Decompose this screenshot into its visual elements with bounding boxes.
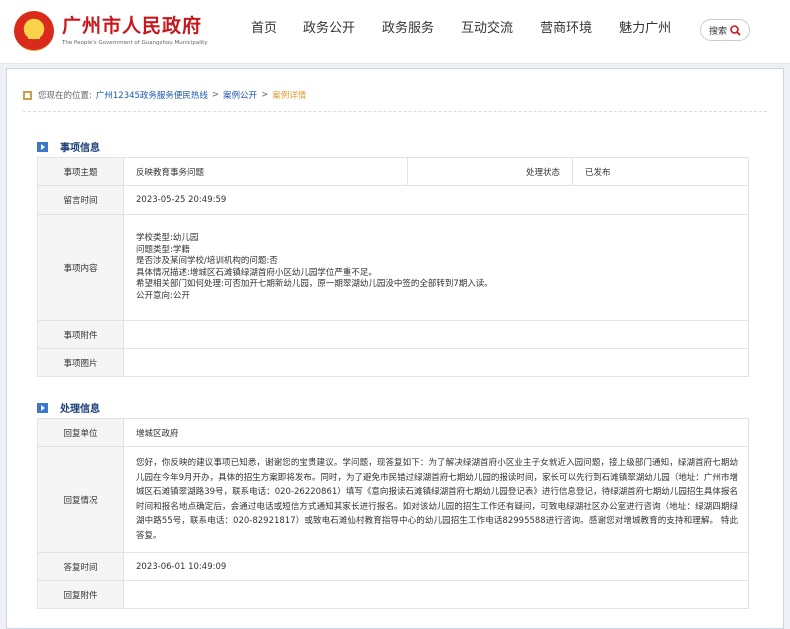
table-row: 事项图片 — [37, 348, 749, 377]
section-arrow-icon — [37, 141, 48, 152]
content-line: 是否涉及某间学校/培训机构的问题:否 — [136, 256, 278, 266]
table-row: 回复附件 — [37, 580, 749, 609]
breadcrumb-case-public[interactable]: 案例公开 — [223, 89, 257, 101]
location-icon — [23, 90, 32, 100]
attachment-label: 事项附件 — [37, 320, 124, 349]
reply-attachment-value — [123, 580, 749, 609]
status-label: 处理状态 — [407, 157, 573, 186]
time-value: 2023-05-25 20:49:59 — [123, 185, 749, 215]
national-emblem-icon — [14, 11, 54, 51]
content-line: 问题类型:学籍 — [136, 244, 190, 255]
main-nav: 首页 政务公开 政务服务 互动交流 营商环境 魅力广州 — [251, 20, 697, 38]
section-title-text: 事项信息 — [60, 143, 100, 154]
breadcrumb-separator: > — [211, 90, 220, 100]
image-value — [123, 348, 749, 377]
nav-item-interaction[interactable]: 互动交流 — [461, 20, 513, 38]
table-row: 留言时间 2023-05-25 20:49:59 — [37, 185, 749, 215]
search-button[interactable]: 搜索 — [700, 19, 750, 41]
unit-value: 增城区政府 — [123, 418, 749, 447]
breadcrumb-case-detail[interactable]: 案例详情 — [272, 89, 306, 101]
breadcrumb-hotline[interactable]: 广州12345政务服务便民热线 — [96, 89, 208, 101]
divider — [23, 111, 767, 112]
site-title: 广州市人民政府 — [62, 14, 203, 37]
attachment-value — [123, 320, 749, 349]
handling-info-table: 回复单位 增城区政府 回复情况 您好，你反映的建议事项已知悉，谢谢您的宝贵建议。… — [37, 418, 749, 609]
site-logo[interactable]: 广州市人民政府 The People's Government of Guang… — [14, 11, 208, 51]
section-arrow-icon — [37, 402, 48, 413]
site-header: 广州市人民政府 The People's Government of Guang… — [0, 0, 790, 64]
table-row: 事项附件 — [37, 320, 749, 349]
reply-time-value: 2023-06-01 10:49:09 — [123, 552, 749, 581]
section-title-handling: 处理信息 — [37, 400, 100, 415]
content-line: 学校类型:幼儿园 — [136, 233, 199, 243]
subject-value: 反映教育事务问题 — [122, 157, 409, 186]
search-label: 搜索 — [708, 26, 727, 37]
nav-item-home[interactable]: 首页 — [251, 20, 277, 38]
table-row: 事项内容 学校类型:幼儿园 问题类型:学籍 是否涉及某间学校/培训机构的问题:否… — [37, 214, 749, 321]
content-label: 事项内容 — [37, 214, 124, 321]
section-title-matter: 事项信息 — [37, 139, 100, 154]
reply-value: 您好，你反映的建议事项已知悉，谢谢您的宝贵建议。学问题，现答复如下：为了解决绿湖… — [123, 446, 749, 553]
site-subtitle: The People's Government of Guangzhou Mun… — [62, 39, 208, 46]
status-value: 已发布 — [572, 157, 749, 186]
table-row: 回复单位 增城区政府 — [37, 418, 749, 447]
breadcrumb: 您现在的位置: 广州12345政务服务便民热线 > 案例公开 > 案例详情 — [23, 89, 306, 101]
time-label: 留言时间 — [37, 185, 124, 215]
reply-label: 回复情况 — [37, 446, 124, 553]
main-area: 您现在的位置: 广州12345政务服务便民热线 > 案例公开 > 案例详情 事项… — [0, 64, 790, 629]
section-title-text: 处理信息 — [60, 404, 100, 415]
matter-info-table: 事项主题 反映教育事务问题 处理状态 已发布 留言时间 2023-05-25 2… — [37, 157, 749, 377]
content-panel: 您现在的位置: 广州12345政务服务便民热线 > 案例公开 > 案例详情 事项… — [6, 68, 784, 629]
reply-attachment-label: 回复附件 — [37, 580, 124, 609]
nav-item-gov-services[interactable]: 政务服务 — [382, 20, 434, 38]
reply-time-label: 答复时间 — [37, 552, 124, 581]
content-line: 公开意向:公开 — [136, 290, 190, 301]
nav-item-gov-affairs[interactable]: 政务公开 — [303, 20, 355, 38]
table-row: 事项主题 反映教育事务问题 处理状态 已发布 — [37, 157, 749, 186]
search-icon — [730, 24, 741, 36]
image-label: 事项图片 — [37, 348, 124, 377]
content-line: 具体情况描述:增城区石滩镇绿湖首府小区幼儿园学位严重不足。 — [136, 267, 377, 278]
breadcrumb-separator: > — [261, 90, 269, 100]
unit-label: 回复单位 — [37, 418, 124, 447]
subject-label: 事项主题 — [37, 157, 124, 186]
content-line: 希望相关部门如何处理:可否加开七期新幼儿园，原一期翠湖幼儿园没中签的全部转到7期… — [136, 279, 493, 289]
content-value: 学校类型:幼儿园 问题类型:学籍 是否涉及某间学校/培训机构的问题:否 具体情况… — [123, 214, 749, 321]
nav-item-charm-gz[interactable]: 魅力广州 — [619, 20, 671, 38]
breadcrumb-prefix: 您现在的位置: — [38, 91, 92, 101]
table-row: 回复情况 您好，你反映的建议事项已知悉，谢谢您的宝贵建议。学问题，现答复如下：为… — [37, 446, 749, 553]
nav-item-business[interactable]: 营商环境 — [540, 20, 592, 38]
table-row: 答复时间 2023-06-01 10:49:09 — [37, 552, 749, 581]
